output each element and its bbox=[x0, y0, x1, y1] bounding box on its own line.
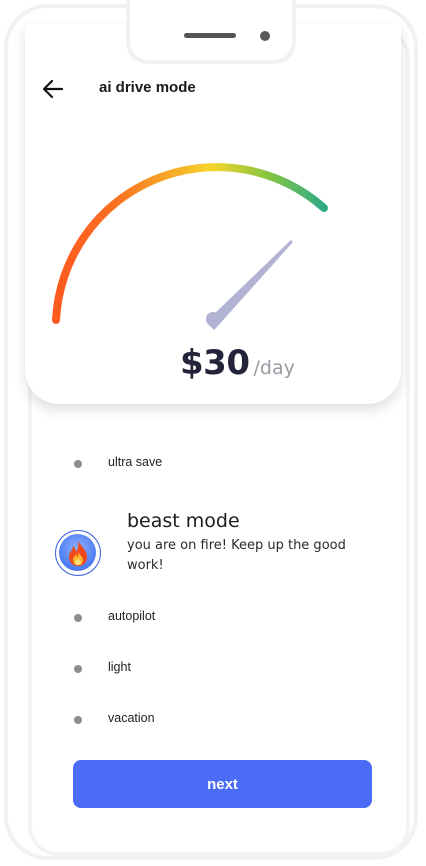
page-title: ai drive mode bbox=[99, 79, 196, 96]
speaker-grille bbox=[184, 33, 236, 38]
active-mode-description: you are on fire! Keep up the good work! bbox=[127, 538, 346, 573]
mode-beast[interactable]: beast mode you are on fire! Keep up the … bbox=[55, 510, 375, 582]
next-button[interactable]: next bbox=[73, 760, 372, 808]
mode-label: light bbox=[108, 660, 131, 674]
mode-label: autopilot bbox=[108, 609, 156, 623]
fire-icon bbox=[69, 540, 87, 566]
drive-gauge bbox=[52, 163, 328, 330]
mode-vacation[interactable]: vacation bbox=[74, 711, 155, 725]
price-unit: /day bbox=[253, 357, 295, 379]
mode-dot bbox=[74, 460, 82, 468]
daily-price: $30/day bbox=[180, 343, 295, 383]
gauge-needle bbox=[206, 240, 293, 330]
mode-light[interactable]: light bbox=[74, 660, 131, 674]
mode-autopilot[interactable]: autopilot bbox=[74, 609, 155, 623]
mode-ultra-save[interactable]: ultra save bbox=[74, 455, 162, 469]
back-button[interactable] bbox=[42, 78, 64, 100]
price-amount: $30 bbox=[180, 343, 250, 383]
gauge-needle-hub bbox=[206, 312, 220, 326]
arrow-left-icon bbox=[42, 79, 64, 99]
mode-dot bbox=[74, 716, 82, 724]
active-mode-title: beast mode bbox=[127, 510, 240, 532]
mode-dot bbox=[74, 665, 82, 673]
mode-label: ultra save bbox=[108, 455, 163, 469]
mode-label: vacation bbox=[108, 711, 155, 725]
mode-dot bbox=[74, 614, 82, 622]
front-camera bbox=[260, 31, 270, 41]
phone-notch bbox=[126, 0, 296, 64]
fire-badge bbox=[55, 530, 101, 576]
gauge-arc bbox=[52, 163, 328, 324]
